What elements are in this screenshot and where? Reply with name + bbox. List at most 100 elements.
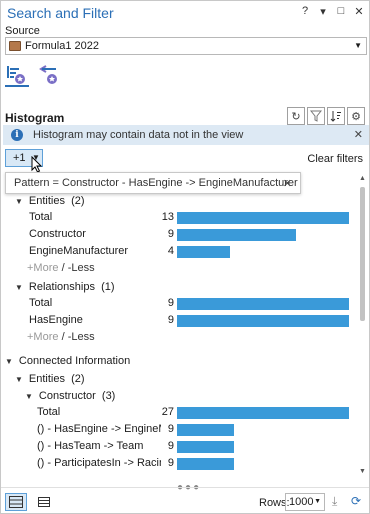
histogram-bar[interactable] [177, 212, 349, 224]
section-header-connected-information[interactable]: ▼ Connected Information [5, 354, 130, 368]
chevron-down-icon: ▼ [25, 391, 33, 401]
list-view-button[interactable] [33, 493, 55, 511]
row-label: HasEngine [29, 314, 83, 326]
options-dropdown-icon[interactable]: ▾ [317, 5, 329, 18]
histogram-bar[interactable] [177, 424, 234, 436]
section-title: Connected Information [18, 355, 131, 367]
row-label: Total [29, 297, 53, 309]
row-label: () - HasEngine -> EngineMa... [37, 423, 161, 435]
window-controls: ? ▾ □ ✕ [299, 5, 365, 18]
chevron-down-icon: ▼ [15, 374, 23, 384]
tab-histogram[interactable] [5, 63, 29, 87]
more-less-toggle: +More / -Less [27, 262, 95, 274]
section-count: (1) [101, 281, 115, 293]
histogram-bar[interactable] [177, 298, 349, 310]
table-view-button[interactable] [5, 493, 27, 511]
histogram-content: ▼ Entities (2) Total 13 Constructor 9 En… [1, 173, 357, 475]
histogram-bar[interactable] [177, 441, 234, 453]
section-count: (2) [71, 373, 85, 385]
footer-bar: Rows: 1000 ▼ ⤓ ⟳ [1, 487, 369, 514]
section-header-entities[interactable]: ▼ Entities (2) [15, 194, 85, 208]
section-title: Relationships [28, 281, 95, 293]
histogram-bar[interactable] [177, 229, 296, 241]
row-count: 9 [167, 228, 174, 240]
sort-icon[interactable] [327, 107, 345, 125]
histogram-mode-icon [7, 66, 25, 84]
histogram-bar[interactable] [177, 246, 230, 258]
section-title: Entities [28, 373, 65, 385]
histogram-bar[interactable] [177, 315, 349, 327]
filter-pattern-text: Pattern = Constructor - HasEngine -> Eng… [14, 177, 298, 189]
chevron-down-icon: ▼ [15, 196, 23, 206]
row-count: 9 [167, 423, 174, 435]
connections-mode-icon [39, 65, 57, 84]
list-view-icon [38, 497, 50, 507]
refresh-icon[interactable]: ↻ [287, 107, 305, 125]
section-header-connected-entities[interactable]: ▼ Entities (2) [15, 372, 85, 386]
help-icon[interactable]: ? [299, 5, 311, 18]
section-header-constructor[interactable]: ▼ Constructor (3) [25, 389, 115, 403]
histogram-bar[interactable] [177, 407, 349, 419]
section-title: Constructor [38, 390, 96, 402]
chevron-down-icon: ▼ [5, 356, 13, 366]
row-count: 27 [161, 406, 174, 418]
chevron-down-icon: ▼ [354, 41, 362, 50]
scroll-down-icon[interactable]: ▼ [359, 468, 366, 475]
title-bar: Search and Filter ? ▾ □ ✕ [1, 1, 369, 23]
scroll-thumb[interactable] [360, 187, 365, 321]
histogram-toolbar: ↻ ⚙ [287, 107, 365, 125]
row-count: 4 [167, 245, 174, 257]
search-filter-pane: Search and Filter ? ▾ □ ✕ Source Formula… [0, 0, 370, 514]
more-link[interactable]: +More [27, 331, 59, 343]
source-label: Source [5, 25, 40, 37]
vertical-scrollbar[interactable]: ▲ ▼ [357, 175, 367, 475]
info-message: Histogram may contain data not in the vi… [33, 129, 244, 141]
download-icon[interactable]: ⤓ [332, 494, 337, 509]
more-link[interactable]: +More [27, 262, 59, 274]
row-count: 13 [161, 211, 174, 223]
row-label: Total [29, 211, 53, 223]
tab-connections[interactable] [37, 63, 61, 87]
row-count: 9 [167, 457, 174, 469]
table-view-icon [9, 496, 23, 508]
clear-filters-link[interactable]: Clear filters [307, 153, 363, 165]
section-title: Entities [28, 195, 65, 207]
row-count: 9 [167, 314, 174, 326]
mode-tabs [5, 63, 61, 91]
filter-tooltip: Pattern = Constructor - HasEngine -> Eng… [5, 172, 301, 194]
chevron-down-icon: ▼ [314, 498, 321, 505]
more-less-toggle: +More / -Less [27, 331, 95, 343]
pane-title: Search and Filter [7, 5, 114, 21]
less-link[interactable]: -Less [68, 331, 95, 343]
row-count: 9 [167, 297, 174, 309]
filter-icon[interactable] [307, 107, 325, 125]
filter-count: +1 [13, 152, 26, 164]
close-icon[interactable]: ✕ [353, 5, 365, 18]
rows-value: 1000 [289, 496, 314, 508]
sync-icon[interactable]: ⟳ [351, 494, 361, 508]
histogram-heading: Histogram [5, 111, 65, 125]
knowledge-graph-icon [9, 41, 21, 51]
histogram-bar[interactable] [177, 458, 234, 470]
settings-icon[interactable]: ⚙ [347, 107, 365, 125]
remove-filter-icon[interactable]: ✕ [283, 177, 292, 190]
rows-dropdown[interactable]: 1000 ▼ [285, 493, 325, 511]
row-count: 9 [167, 440, 174, 452]
scroll-up-icon[interactable]: ▲ [359, 175, 366, 182]
section-count: (2) [71, 195, 85, 207]
row-label: Constructor [29, 228, 86, 240]
section-header-relationships[interactable]: ▼ Relationships (1) [15, 280, 115, 294]
maximize-icon[interactable]: □ [335, 5, 347, 18]
row-label: () - ParticipatesIn -> Racing... [37, 457, 161, 469]
section-count: (3) [101, 390, 116, 402]
close-icon[interactable]: ✕ [354, 128, 363, 141]
row-label: () - HasTeam -> Team [37, 440, 144, 452]
source-value: Formula1 2022 [25, 40, 99, 52]
less-link[interactable]: -Less [68, 262, 95, 274]
info-banner: i Histogram may contain data not in the … [3, 125, 369, 145]
info-icon: i [11, 129, 23, 141]
source-dropdown[interactable]: Formula1 2022 ▼ [5, 37, 367, 55]
row-label: EngineManufacturer [29, 245, 129, 257]
row-label: Total [37, 406, 61, 418]
chevron-down-icon: ▼ [15, 282, 23, 292]
